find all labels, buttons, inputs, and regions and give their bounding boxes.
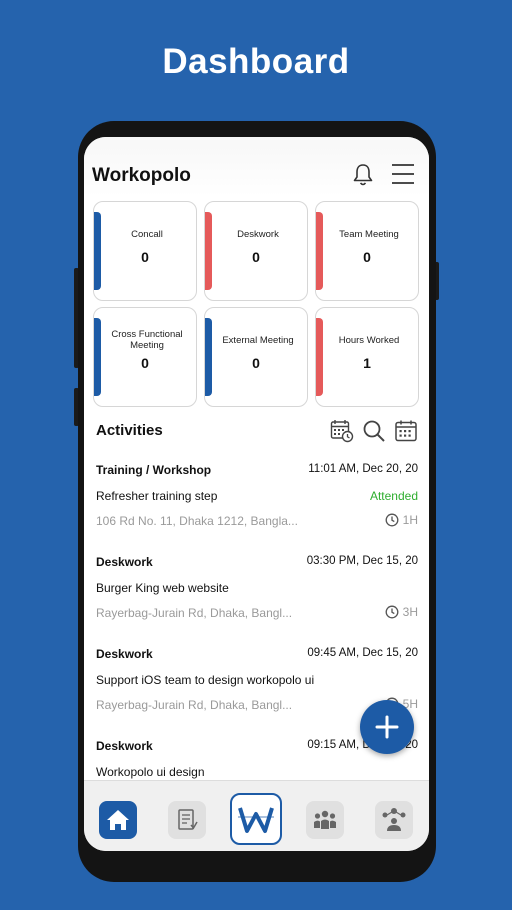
nav-workopolo[interactable] [230,793,282,845]
activity-type: Deskwork [96,647,153,661]
stat-label: Hours Worked [338,335,400,346]
stat-label: Deskwork [237,229,279,240]
activity-title: Burger King web website [96,581,229,595]
activity-time: 11:01 AM, Dec 20, 20 [308,463,418,475]
stat-value: 0 [363,249,371,265]
duration-text: 1H [402,513,418,527]
activity-time: 09:45 AM, Dec 15, 20 [307,647,418,659]
activity-type: Deskwork [96,555,153,569]
report-icon [178,809,198,830]
activity-title: Refresher training step [96,489,218,503]
menu-icon[interactable] [390,161,416,187]
activity-status: Attended [369,489,418,503]
stat-card-deskwork[interactable]: Deskwork 0 [204,201,308,301]
activity-title: Workopolo ui design [96,765,205,779]
calendar-clock-icon[interactable] [330,419,354,443]
nav-home[interactable] [99,801,137,839]
activity-duration: 3H [385,605,418,619]
network-icon [382,808,406,831]
stat-label: External Meeting [222,335,294,346]
activity-type: Deskwork [96,739,153,753]
stat-value: 0 [141,355,149,371]
stat-card-hours-worked[interactable]: Hours Worked 1 [315,307,419,407]
app-screen: Workopolo Concall 0 Deskwork 0 Team Meet [84,137,429,851]
activities-title: Activities [96,422,163,439]
nav-network[interactable] [375,801,413,839]
bottom-nav [84,780,429,851]
stat-card-concall[interactable]: Concall 0 [93,201,197,301]
phone-frame: Workopolo Concall 0 Deskwork 0 Team Meet [78,121,436,882]
clock-icon [385,605,399,619]
activity-duration: 1H [385,513,418,527]
app-title: Workopolo [92,165,191,186]
calendar-icon[interactable] [394,419,418,443]
search-icon[interactable] [362,419,386,443]
activity-time: 03:30 PM, Dec 15, 20 [306,555,418,567]
activity-title: Support iOS team to design workopolo ui [96,673,315,687]
duration-text: 3H [402,605,418,619]
activity-item[interactable]: Deskwork 03:30 PM, Dec 15, 20 Burger Kin… [84,547,429,639]
activity-type: Training / Workshop [96,463,212,477]
stat-value: 0 [252,355,260,371]
activity-item[interactable]: Training / Workshop 11:01 AM, Dec 20, 20… [84,455,429,547]
add-activity-button[interactable] [360,700,414,754]
bell-icon[interactable] [352,163,374,187]
team-icon [314,810,336,829]
clock-icon [385,513,399,527]
nav-team[interactable] [306,801,344,839]
stat-card-external-meeting[interactable]: External Meeting 0 [204,307,308,407]
stat-label: Team Meeting [339,229,399,240]
stat-card-cross-functional-meeting[interactable]: Cross Functional Meeting 0 [93,307,197,407]
stat-value: 0 [252,249,260,265]
stat-label: Cross Functional Meeting [111,329,183,351]
plus-icon [375,715,399,739]
activity-address: Rayerbag-Jurain Rd, Dhaka, Bangl... [96,606,293,620]
workopolo-logo-icon [238,807,274,833]
stat-card-team-meeting[interactable]: Team Meeting 0 [315,201,419,301]
activity-address: 106 Rd No. 11, Dhaka 1212, Bangla... [96,514,298,528]
nav-reports[interactable] [168,801,206,839]
app-header: Workopolo [84,137,429,197]
page-heading: Dashboard [162,42,350,81]
stat-value: 0 [141,249,149,265]
home-icon [107,810,129,830]
activity-address: Rayerbag-Jurain Rd, Dhaka, Bangl... [96,698,293,712]
stat-label: Concall [131,229,163,240]
stat-value: 1 [363,355,371,371]
